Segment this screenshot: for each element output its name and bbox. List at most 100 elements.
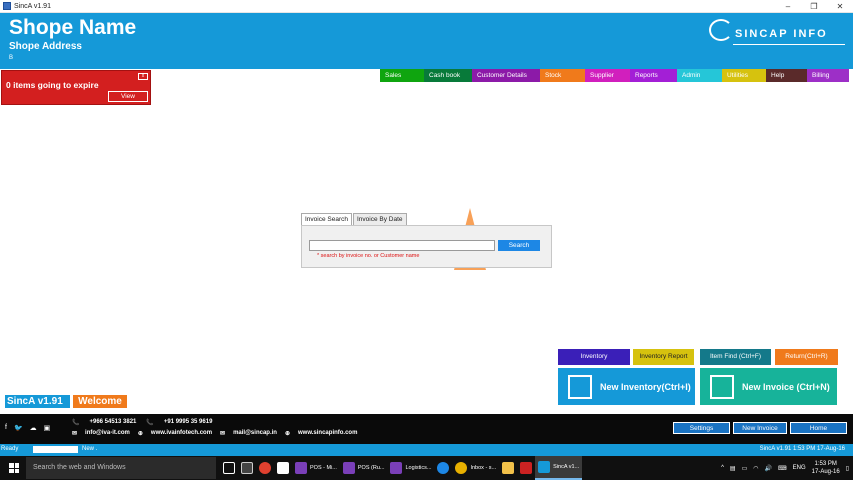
language-indicator[interactable]: ENG bbox=[793, 465, 806, 471]
menu-admin[interactable]: Admin bbox=[677, 69, 722, 82]
main-menu: Sales Cash book Customer Details Stock S… bbox=[380, 69, 849, 82]
alert-view-button[interactable]: View bbox=[108, 91, 148, 102]
window-titlebar: SincA v1.91 – ❐ ✕ bbox=[0, 0, 853, 13]
home-button[interactable]: Home bbox=[790, 422, 847, 434]
notification-icon[interactable]: ▯ bbox=[846, 465, 849, 472]
return-button[interactable]: Return(Ctrl+R) bbox=[775, 349, 838, 365]
add-document-icon bbox=[710, 374, 734, 399]
edge-icon[interactable] bbox=[434, 456, 452, 480]
windows-start-icon[interactable] bbox=[9, 463, 19, 473]
shop-address: Shope Address bbox=[9, 41, 82, 52]
taskbar-item-logistics[interactable]: Logistics... bbox=[387, 456, 434, 480]
visual-studio-icon bbox=[295, 462, 307, 474]
battery-icon[interactable]: ▭ bbox=[742, 465, 748, 472]
taskbar-apps: POS - Mi... POS (Ru... Logistics... Inbo… bbox=[220, 456, 583, 480]
company-logo: SINCAP INFO bbox=[709, 19, 849, 49]
keyboard-icon[interactable]: ⌨ bbox=[778, 465, 787, 472]
menu-sales[interactable]: Sales bbox=[380, 69, 424, 82]
search-button[interactable]: Search bbox=[498, 240, 540, 251]
alert-close-button[interactable]: x bbox=[138, 73, 148, 80]
chevron-up-icon[interactable]: ^ bbox=[721, 465, 724, 471]
invoice-search-input[interactable] bbox=[309, 240, 495, 251]
close-icon[interactable]: ✕ bbox=[827, 0, 853, 13]
email1: info@iva-it.com bbox=[85, 430, 130, 436]
new-invoice-button[interactable]: New Invoice (Ctrl+N) bbox=[700, 368, 837, 405]
settings-button[interactable]: Settings bbox=[673, 422, 730, 434]
email-icon: ✉ bbox=[72, 431, 78, 437]
status-new: New . bbox=[82, 446, 98, 452]
logo-text: SINCAP INFO bbox=[735, 28, 828, 40]
menu-billing[interactable]: Billing bbox=[807, 69, 849, 82]
menu-stock[interactable]: Stock bbox=[540, 69, 585, 82]
phone2-icon: 📞 bbox=[146, 420, 154, 426]
footer: f 🐦 ☁ ▣ 📞 +966 54513 3821 📞 +91 9995 35 … bbox=[0, 414, 853, 444]
store-icon[interactable] bbox=[274, 456, 292, 480]
menu-help[interactable]: Help bbox=[766, 69, 807, 82]
chrome-icon[interactable] bbox=[256, 456, 274, 480]
phone2: +91 9995 35 9619 bbox=[163, 419, 213, 425]
menu-cash-book[interactable]: Cash book bbox=[424, 69, 472, 82]
web1: www.ivainfotech.com bbox=[150, 430, 213, 436]
status-progress bbox=[33, 446, 78, 453]
taskbar-search[interactable]: Search the web and Windows bbox=[26, 457, 216, 479]
wifi-icon[interactable]: ◠ bbox=[753, 465, 758, 472]
facebook-icon[interactable]: f bbox=[5, 424, 7, 432]
shop-name: Shope Name bbox=[9, 16, 137, 39]
item-find-button[interactable]: Item Find (Ctrl+F) bbox=[700, 349, 771, 365]
volume-icon[interactable]: 🔊 bbox=[764, 465, 771, 472]
minimize-icon[interactable]: – bbox=[775, 0, 801, 13]
restore-icon[interactable]: ❐ bbox=[801, 0, 827, 13]
logo-swirl-icon bbox=[709, 19, 733, 41]
new-inventory-label: New Inventory(Ctrl+I) bbox=[600, 381, 691, 392]
status-right: SincA v1.91 1:53 PM 17-Aug-16 bbox=[759, 446, 845, 452]
web2: www.sincapinfo.com bbox=[297, 430, 358, 436]
taskbar: Search the web and Windows POS - Mi... P… bbox=[0, 456, 853, 480]
welcome-badge: Welcome bbox=[73, 395, 127, 408]
social-links: f 🐦 ☁ ▣ bbox=[5, 424, 50, 432]
phone-icon: 📞 bbox=[72, 420, 80, 426]
visual-studio-icon bbox=[390, 462, 403, 474]
clock[interactable]: 1:53 PM 17-Aug-16 bbox=[812, 460, 840, 476]
filezilla-icon[interactable] bbox=[517, 456, 535, 480]
notes-icon[interactable]: ▤ bbox=[730, 465, 736, 472]
logo-underline bbox=[733, 44, 845, 45]
status-bar: Ready New . SincA v1.91 1:53 PM 17-Aug-1… bbox=[0, 444, 853, 456]
menu-customer-details[interactable]: Customer Details bbox=[472, 69, 540, 82]
email2: mail@sincap.in bbox=[233, 430, 277, 436]
globe-icon: ⊕ bbox=[137, 431, 143, 437]
forklift-icon bbox=[568, 374, 592, 399]
calendar-icon[interactable] bbox=[238, 456, 256, 480]
clock-date: 17-Aug-16 bbox=[811, 469, 840, 475]
menu-utilities[interactable]: Utilities bbox=[722, 69, 766, 82]
version-badge: SincA v1.91 bbox=[5, 395, 70, 408]
status-ready: Ready bbox=[1, 446, 19, 452]
visual-studio-icon bbox=[342, 462, 355, 474]
inventory-report-button[interactable]: Inventory Report bbox=[633, 349, 694, 365]
system-tray: ^ ▤ ▭ ◠ 🔊 ⌨ ENG 1:53 PM 17-Aug-16 ▯ bbox=[721, 456, 849, 480]
task-view-icon[interactable] bbox=[220, 456, 238, 480]
expiry-alert: 0 items going to expire x View bbox=[1, 70, 151, 105]
phone1: +966 54513 3821 bbox=[89, 419, 137, 425]
taskbar-item-sinca[interactable]: SincA v1... bbox=[535, 456, 583, 480]
inventory-button[interactable]: Inventory bbox=[558, 349, 630, 365]
taskbar-item-pos-ru[interactable]: POS (Ru... bbox=[340, 456, 388, 480]
shop-sub: B bbox=[9, 55, 14, 61]
cloud-icon[interactable]: ☁ bbox=[30, 424, 37, 432]
footer-new-invoice-button[interactable]: New Invoice bbox=[733, 422, 787, 434]
menu-reports[interactable]: Reports bbox=[630, 69, 677, 82]
sinca-app-icon bbox=[538, 461, 551, 473]
menu-supplier[interactable]: Supplier bbox=[585, 69, 630, 82]
search-hint: * search by invoice no. or Customer name bbox=[317, 253, 420, 259]
contact-phones: 📞 +966 54513 3821 📞 +91 9995 35 9619 bbox=[72, 419, 212, 426]
new-inventory-button[interactable]: New Inventory(Ctrl+I) bbox=[558, 368, 695, 405]
twitter-icon[interactable]: 🐦 bbox=[14, 424, 23, 432]
clock-time: 1:53 PM bbox=[814, 461, 837, 467]
taskbar-item-inbox[interactable]: Inbox - s... bbox=[452, 456, 499, 480]
taskbar-item-pos-mi[interactable]: POS - Mi... bbox=[292, 456, 340, 480]
expiry-message: 0 items going to expire bbox=[6, 80, 99, 90]
contact-web: ✉ info@iva-it.com ⊕ www.ivainfotech.com … bbox=[72, 430, 357, 437]
file-explorer-icon[interactable] bbox=[499, 456, 517, 480]
chrome-inbox-icon bbox=[455, 462, 468, 474]
app-icon bbox=[3, 2, 11, 10]
message-icon[interactable]: ▣ bbox=[44, 424, 51, 432]
